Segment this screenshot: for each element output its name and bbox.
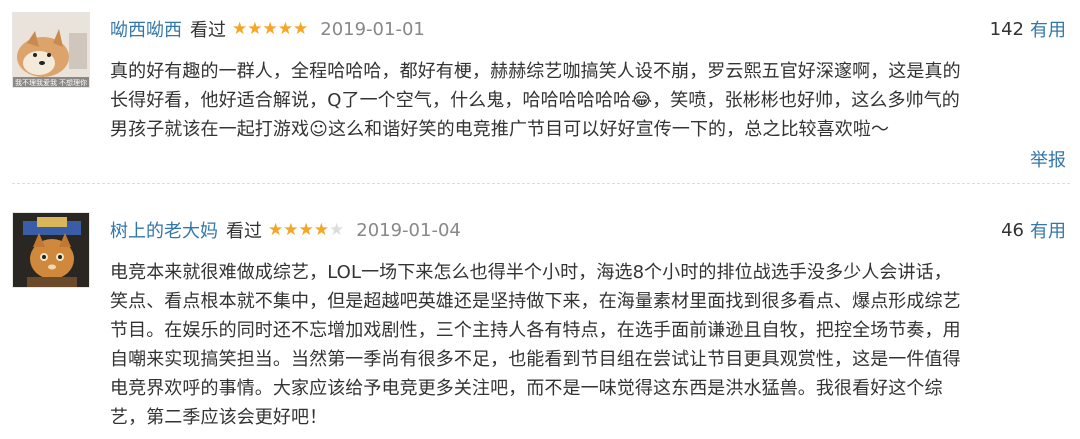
star-icon: ★	[268, 219, 284, 240]
username-link[interactable]: 树上的老大妈	[110, 217, 218, 243]
star-icon: ★	[247, 18, 263, 39]
review-text-line: 笑点、看点根本就不集中，但是超越吧英雄还是坚持做下来，在海量素材里面找到很多看点…	[110, 291, 961, 312]
review-text-line: 长得好看，他好适合解说，Q了一个空气，什么鬼，哈哈哈哈哈哈😂，笑喷，张彬彬也好帅…	[110, 90, 960, 111]
review-text-line: 自嘲来实现搞笑担当。当然第一季尚有很多不足，也能看到节目组在尝试让节目更具观赏性…	[110, 349, 961, 370]
star-empty-icon: ★	[329, 219, 345, 240]
review-text-line: 节目。在娱乐的同时还不忘增加戏剧性，三个主持人各有特点，在选手面前谦逊且自牧，把…	[110, 320, 961, 341]
watch-status: 看过	[190, 20, 226, 41]
review-text-line: 真的好有趣的一群人，全程哈哈哈，都好有梗，赫赫综艺咖搞笑人设不崩，罗云熙五官好深…	[110, 61, 961, 82]
review-meta: 呦西呦西 看过 ★ ★ ★ ★ ★ 2019-01-01	[110, 15, 425, 43]
cat-avatar-image	[13, 213, 89, 287]
useful-count: 142	[989, 18, 1024, 40]
review-date: 2019-01-01	[320, 18, 425, 40]
star-icon: ★	[283, 219, 299, 240]
rating-stars: ★ ★ ★ ★ ★	[268, 219, 345, 240]
star-icon: ★	[262, 18, 278, 39]
rating-stars: ★ ★ ★ ★ ★	[232, 18, 309, 39]
star-icon: ★	[298, 219, 314, 240]
avatar-caption-right: 不想理你	[59, 79, 87, 87]
report-link[interactable]: 举报	[1030, 146, 1066, 172]
review-text-line: 电竞本来就很难做成综艺，LOL一场下来怎么也得半个小时，海选8个小时的排位战选手…	[110, 262, 952, 283]
review-date: 2019-01-04	[356, 219, 461, 241]
review-text-line: 艺，第二季应该会更好吧！	[110, 407, 328, 428]
review-meta: 树上的老大妈 看过 ★ ★ ★ ★ ★ 2019-01-04	[110, 216, 461, 244]
review-content: 电竞本来就很难做成综艺，LOL一场下来怎么也得半个小时，海选8个小时的排位战选手…	[110, 258, 1070, 432]
star-icon: ★	[293, 18, 309, 39]
star-icon: ★	[232, 18, 248, 39]
avatar[interactable]	[12, 212, 90, 288]
avatar[interactable]: 我不理我爱我 不想理你	[12, 12, 90, 88]
useful-button[interactable]: 有用	[1030, 16, 1066, 42]
useful-button[interactable]: 有用	[1030, 217, 1066, 243]
review-text-line: 电竞界欢呼的事情。大家应该给予电竞更多关注吧，而不是一味觉得这东西是洪水猛兽。我…	[110, 378, 943, 399]
review-item: 我不理我爱我 不想理你 呦西呦西 看过 ★ ★ ★ ★ ★ 2019-01-01…	[0, 0, 1080, 185]
useful-count: 46	[1001, 219, 1024, 241]
useful-vote: 46 有用	[1001, 216, 1066, 244]
username-link[interactable]: 呦西呦西	[110, 16, 182, 42]
review-item: 树上的老大妈 看过 ★ ★ ★ ★ ★ 2019-01-04 46 有用 电竞本…	[0, 185, 1080, 439]
star-icon: ★	[313, 219, 329, 240]
star-icon: ★	[277, 18, 293, 39]
watch-status: 看过	[226, 221, 262, 242]
avatar-caption-left: 我不理我爱我	[15, 79, 57, 87]
review-content: 真的好有趣的一群人，全程哈哈哈，都好有梗，赫赫综艺咖搞笑人设不崩，罗云熙五官好深…	[110, 57, 1070, 144]
review-text-line: 男孩子就该在一起打游戏☺这么和谐好笑的电竞推广节目可以好好宣传一下的，总之比较喜…	[110, 119, 890, 140]
divider	[12, 183, 1070, 184]
useful-vote: 142 有用	[990, 15, 1066, 43]
